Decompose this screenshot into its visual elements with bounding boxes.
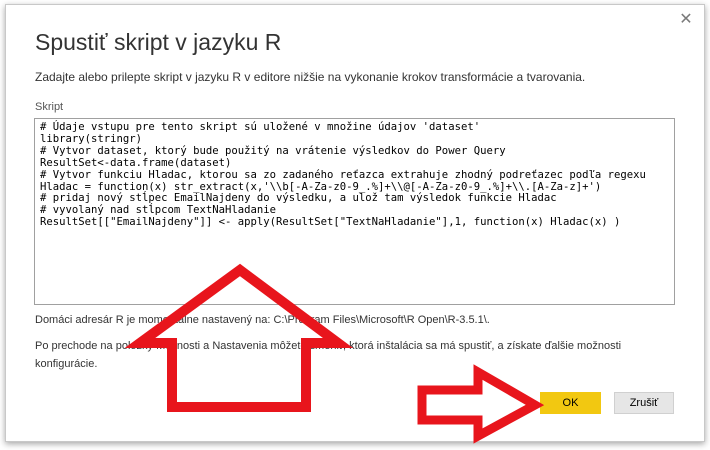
ok-button[interactable]: OK [540,392,601,414]
script-label: Skript [35,101,64,113]
code-line: # Vytvor funkciu Hladac, ktorou sa zo za… [40,168,646,181]
r-home-directory-info: Domáci adresár R je momentálne nastavený… [35,314,490,326]
close-icon[interactable]: ✕ [678,12,694,28]
code-line: # Vytvor dataset, ktorý bude použitý na … [40,144,506,157]
dialog-title: Spustiť skript v jazyku R [35,29,282,55]
cancel-button[interactable]: Zrušiť [614,392,674,414]
dialog-description: Zadajte alebo prilepte skript v jazyku R… [35,70,586,84]
options-settings-info: Po prechode na položky Možnosti a Nastav… [35,340,622,370]
code-line: ResultSet<-data.frame(dataset) [40,156,232,169]
script-editor[interactable]: # Údaje vstupu pre tento skript sú ulože… [34,118,675,305]
code-line: ResultSet[["EmailNajdeny"]] <- apply(Res… [40,216,621,229]
run-r-script-dialog: ✕ Spustiť skript v jazyku R Zadajte aleb… [5,4,705,442]
